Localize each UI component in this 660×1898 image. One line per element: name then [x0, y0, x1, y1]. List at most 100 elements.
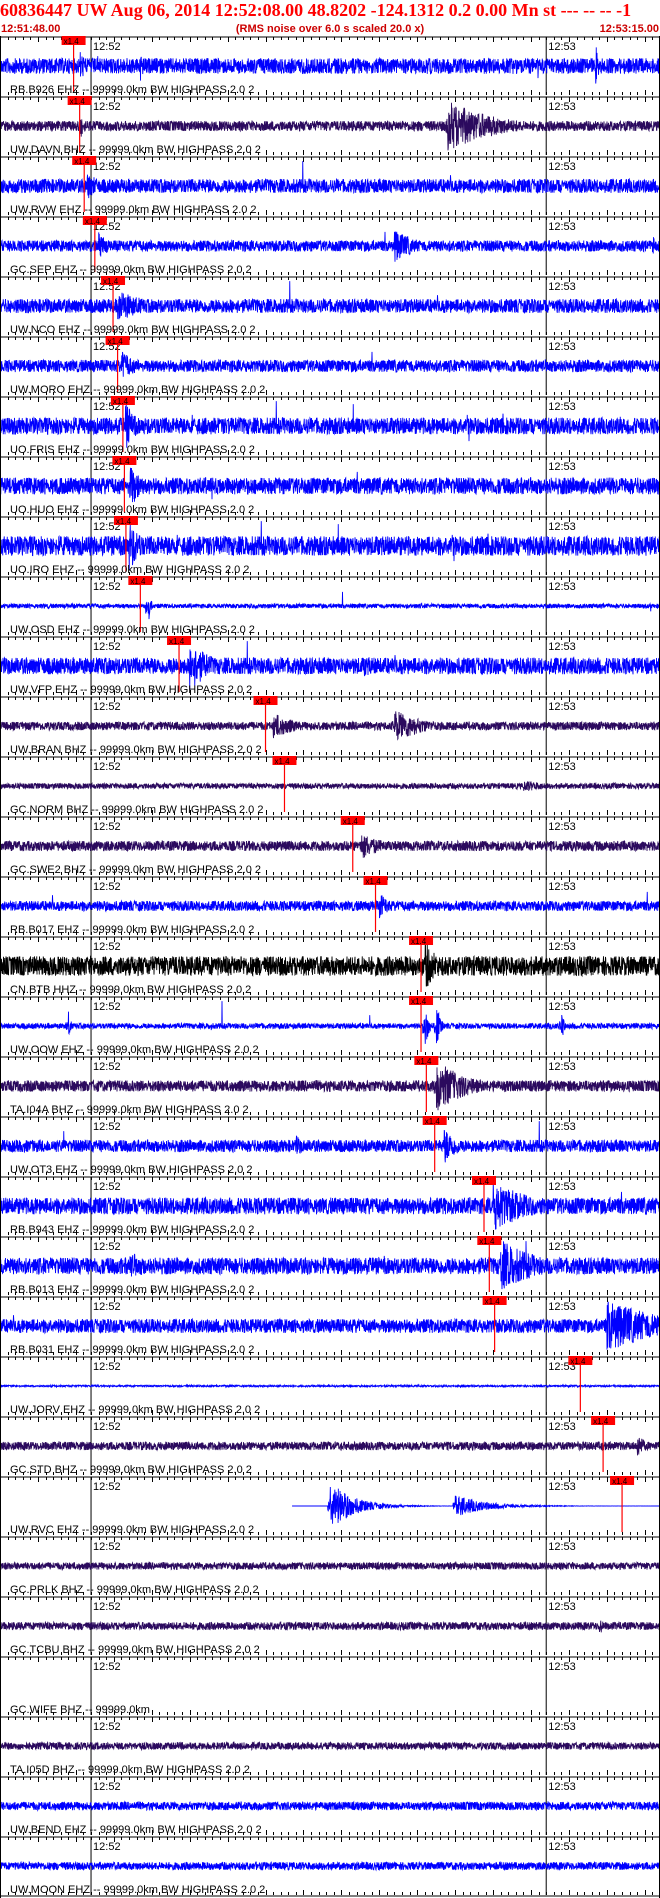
station-label: GC.SEP EHZ -- 99999.0km BW HIGHPASS 2.0 … — [10, 264, 252, 276]
station-row: 12:52 12:53 UW.MOON EHZ -- 99999.0km BW HI… — [0, 1836, 660, 1896]
minute-label: 12:53 — [548, 1781, 576, 1793]
station-row: 12:52 12:53 x1.4 UW.BRAN BHZ -- 99999.0km B… — [0, 696, 660, 756]
station-row: 12:52 12:53 GC.WIFE BHZ -- 99999.0km — [0, 1656, 660, 1716]
station-label: UW.VFP EHZ -- 99999.0km BW HIGHPASS 2.0 … — [10, 684, 252, 696]
station-row: 12:52 12:53x1.4UW.NCO EHZ -- 99999.0km BW… — [0, 276, 660, 336]
minute-label: 12:53 — [548, 941, 576, 953]
minute-label: 12:52 — [93, 701, 121, 713]
waveform-trace — [0, 711, 660, 741]
minute-label: 12:53 — [548, 341, 576, 353]
waveform-trace — [0, 1740, 660, 1752]
station-row: 12:52 12:53x1.4UO.IRO EHZ -- 99999.0km BW… — [0, 516, 660, 576]
minute-label: 12:53 — [548, 1841, 576, 1853]
pick-label: x1.4 — [114, 457, 130, 466]
minute-label: 12:52 — [93, 41, 121, 53]
station-row: 12:52 12:53 x1.4 TA.I04A BHZ -- 99999.0km B… — [0, 1056, 660, 1116]
pick-label: x1.4 — [612, 1477, 628, 1486]
station-row: 12:52 12:53x1.4UO.HUO EHZ -- 99999.0km BW… — [0, 456, 660, 516]
minute-label: 12:52 — [93, 1541, 121, 1553]
station-row: 12:52 12:53x1.4GC.SEP EHZ -- 99999.0km BW… — [0, 216, 660, 276]
station-label: GC.WIFE BHZ -- 99999.0km — [10, 1704, 150, 1716]
minute-label: 12:52 — [93, 161, 121, 173]
station-row: 12:52 12:53 GC.PRLK BHZ -- 99999.0km BW HI… — [0, 1536, 660, 1596]
pick-label: x1.4 — [113, 397, 129, 406]
station-label: GC.TCBU BHZ -- 99999.0km BW HIGHPASS 2.0… — [10, 1644, 260, 1656]
waveform-trace — [0, 1560, 660, 1572]
pick-label: x1.4 — [411, 937, 427, 946]
station-row: 12:52 12:53 x1.4 RB.B926 EHZ -- 99999.0km B… — [0, 36, 660, 96]
pick-label: x1.4 — [130, 577, 146, 586]
station-row: 12:52 12:53x1.4UO.FRIS EHZ -- 99999.0km B… — [0, 396, 660, 456]
minute-label: 12:53 — [548, 641, 576, 653]
waveform-trace — [292, 1487, 660, 1524]
minute-label: 12:53 — [548, 281, 576, 293]
minute-label: 12:52 — [93, 881, 121, 893]
minute-label: 12:53 — [548, 761, 576, 773]
station-row: 12:52 12:53 x1.4 UW.OT3 EHZ -- 99999.0km BW… — [0, 1116, 660, 1176]
pick-label: x1.4 — [485, 1297, 501, 1306]
waveform-trace — [0, 781, 660, 791]
station-row: 12:52 12:53 x1.4 RB.B031 EHZ -- 99999.0km B… — [0, 1296, 660, 1356]
minute-label: 12:52 — [93, 1061, 121, 1073]
station-label: GC.SWE2 BHZ -- 99999.0km BW HIGHPASS 2.0… — [10, 864, 261, 876]
waveform-trace — [0, 1383, 660, 1389]
minute-label: 12:52 — [93, 1421, 121, 1433]
minute-label: 12:53 — [548, 581, 576, 593]
minute-label: 12:52 — [93, 1841, 121, 1853]
event-title: 60836447 UW Aug 06, 2014 12:52:08.00 48.… — [0, 0, 632, 20]
station-label: TA.I05D BHZ -- 99999.0km BW HIGHPASS 2.0… — [10, 1764, 250, 1776]
minute-label: 12:53 — [548, 41, 576, 53]
end-time-label: 12:53:15.00 — [599, 23, 659, 35]
waveform-trace — [0, 835, 660, 858]
minute-label: 12:52 — [93, 761, 121, 773]
pick-label: x1.4 — [593, 1417, 609, 1426]
minute-label: 12:53 — [548, 1301, 576, 1313]
pick-label: x1.4 — [256, 697, 272, 706]
waveform-trace — [0, 591, 660, 620]
minute-label: 12:53 — [548, 701, 576, 713]
minute-label: 12:53 — [548, 821, 576, 833]
pick-label: x1.4 — [343, 817, 359, 826]
minute-label: 12:52 — [93, 821, 121, 833]
station-row: 12:52 12:53 TA.I05D BHZ -- 99999.0km BW HI… — [0, 1716, 660, 1776]
station-label: RB.B926 EHZ -- 99999.0km BW HIGHPASS 2.0… — [10, 84, 254, 96]
minute-label: 12:52 — [93, 101, 121, 113]
station-label: RB.B031 EHZ -- 99999.0km BW HIGHPASS 2.0… — [10, 1344, 254, 1356]
seismogram-plot: 12:52 12:53 x1.4 RB.B926 EHZ -- 99999.0km B… — [0, 36, 660, 1898]
station-label: UO.FRIS EHZ -- 99999.0km BW HIGHPASS 2.0… — [10, 444, 255, 456]
station-label: UW.MOON EHZ -- 99999.0km BW HIGHPASS 2.0… — [10, 1884, 265, 1896]
minute-label: 12:52 — [93, 1121, 121, 1133]
minute-label: 12:53 — [548, 461, 576, 473]
minute-label: 12:52 — [93, 1601, 121, 1613]
rms-note: (RMS noise over 6.0 s scaled 20.0 x) — [235, 23, 425, 35]
station-row: 12:52 12:53 x1.4 RB.B943 EHZ -- 99999.0km B… — [0, 1176, 660, 1236]
station-label: UW.OOW EHZ -- 99999.0km BW HIGHPASS 2.0 … — [10, 1044, 259, 1056]
station-label: UO.HUO EHZ -- 99999.0km BW HIGHPASS 2.0 … — [10, 504, 254, 516]
minute-label: 12:52 — [93, 1721, 121, 1733]
station-label: GC.NORM BHZ -- 99999.0km BW HIGHPASS 2.0… — [10, 804, 263, 816]
station-label: UW.JORV EHZ -- 99999.0km BW HIGHPASS 2.0… — [10, 1404, 260, 1416]
station-row: 12:52 12:53 x1.4 GC.SWE2 BHZ -- 99999.0km B… — [0, 816, 660, 876]
waveform-trace — [0, 1860, 660, 1872]
minute-label: 12:53 — [548, 101, 576, 113]
station-label: UW.NCO EHZ -- 99999.0km BW HIGHPASS 2.0 … — [10, 324, 256, 336]
station-row: 12:52 12:53 x1.4 UW.OOW EHZ -- 99999.0km BW… — [0, 996, 660, 1056]
minute-label: 12:53 — [548, 161, 576, 173]
waveform-trace — [0, 1620, 660, 1633]
station-label: UW.BRAN BHZ -- 99999.0km BW HIGHPASS 2.0… — [10, 744, 262, 756]
pick-label: x1.4 — [64, 37, 80, 46]
minute-label: 12:52 — [93, 941, 121, 953]
minute-label: 12:53 — [548, 221, 576, 233]
station-label: UW.OSD EHZ -- 99999.0km BW HIGHPASS 2.0 … — [10, 624, 255, 636]
minute-label: 12:53 — [548, 1721, 576, 1733]
minute-label: 12:53 — [548, 401, 576, 413]
minute-label: 12:53 — [548, 881, 576, 893]
pick-label: x1.4 — [425, 1117, 441, 1126]
minute-label: 12:52 — [93, 641, 121, 653]
station-label: UW.MORO EHZ -- 99999.0km BW HIGHPASS 2.0… — [10, 384, 265, 396]
pick-label: x1.4 — [108, 337, 124, 346]
minute-label: 12:53 — [548, 1661, 576, 1673]
minute-label: 12:52 — [93, 1481, 121, 1493]
pick-label: x1.4 — [274, 757, 290, 766]
station-label: GC.PRLK BHZ -- 99999.0km BW HIGHPASS 2.0… — [10, 1584, 259, 1596]
